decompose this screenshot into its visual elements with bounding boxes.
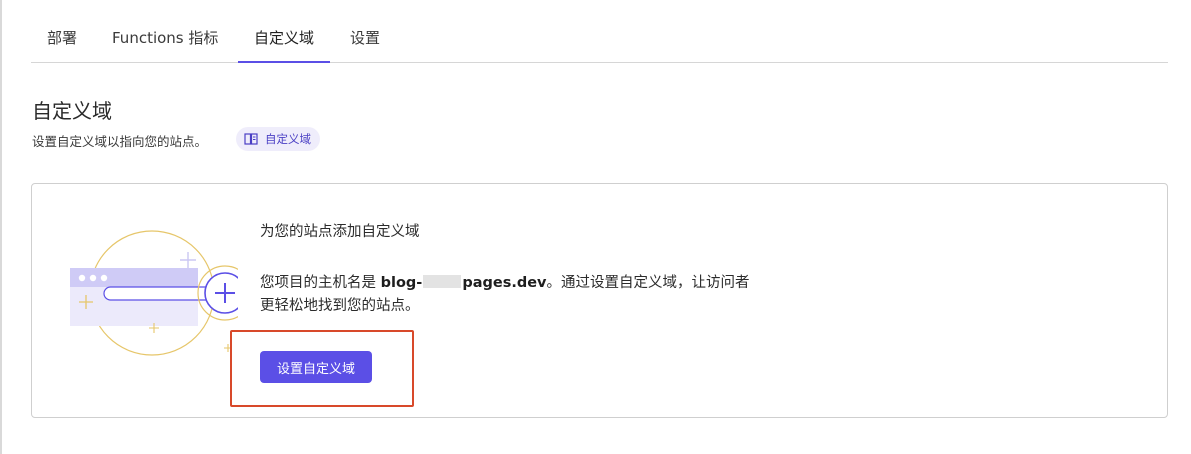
section-subtitle: 设置自定义域以指向您的站点。	[32, 134, 208, 149]
add-domain-card: 为您的站点添加自定义域 您项目的主机名是 blog-pages.dev。通过设置…	[31, 183, 1168, 418]
left-border	[0, 0, 2, 454]
tab-custom-domains[interactable]: 自定义域	[238, 26, 331, 63]
docs-link-label: 自定义域	[265, 132, 311, 146]
tab-deployments[interactable]: 部署	[31, 26, 93, 63]
custom-domains-page: 部署 Functions 指标 自定义域 设置 自定义域 设置自定义域以指向您的…	[0, 0, 1191, 454]
set-custom-domain-button[interactable]: 设置自定义域	[260, 351, 373, 383]
book-icon	[244, 133, 258, 145]
redacted-block	[423, 275, 462, 288]
desc-line2: 更轻松地找到您的站点。	[260, 298, 420, 314]
card-description: 您项目的主机名是 blog-pages.dev。通过设置自定义域，让访问者 更轻…	[260, 272, 800, 318]
docs-link-badge[interactable]: 自定义域	[236, 127, 320, 151]
section-title: 自定义域	[32, 99, 112, 123]
card-title: 为您的站点添加自定义域	[260, 224, 420, 240]
domain-illustration	[68, 230, 253, 370]
host-start: blog-	[380, 275, 423, 291]
tab-functions-metrics[interactable]: Functions 指标	[96, 26, 234, 63]
project-hostname: blog-pages.dev	[381, 275, 547, 291]
desc-prefix: 您项目的主机名是	[260, 275, 381, 291]
tab-settings[interactable]: 设置	[334, 26, 396, 63]
desc-suffix: 。通过设置自定义域，让访问者	[546, 275, 750, 291]
host-end: pages.dev	[462, 275, 547, 291]
tab-bar: 部署 Functions 指标 自定义域 设置	[31, 0, 1168, 63]
